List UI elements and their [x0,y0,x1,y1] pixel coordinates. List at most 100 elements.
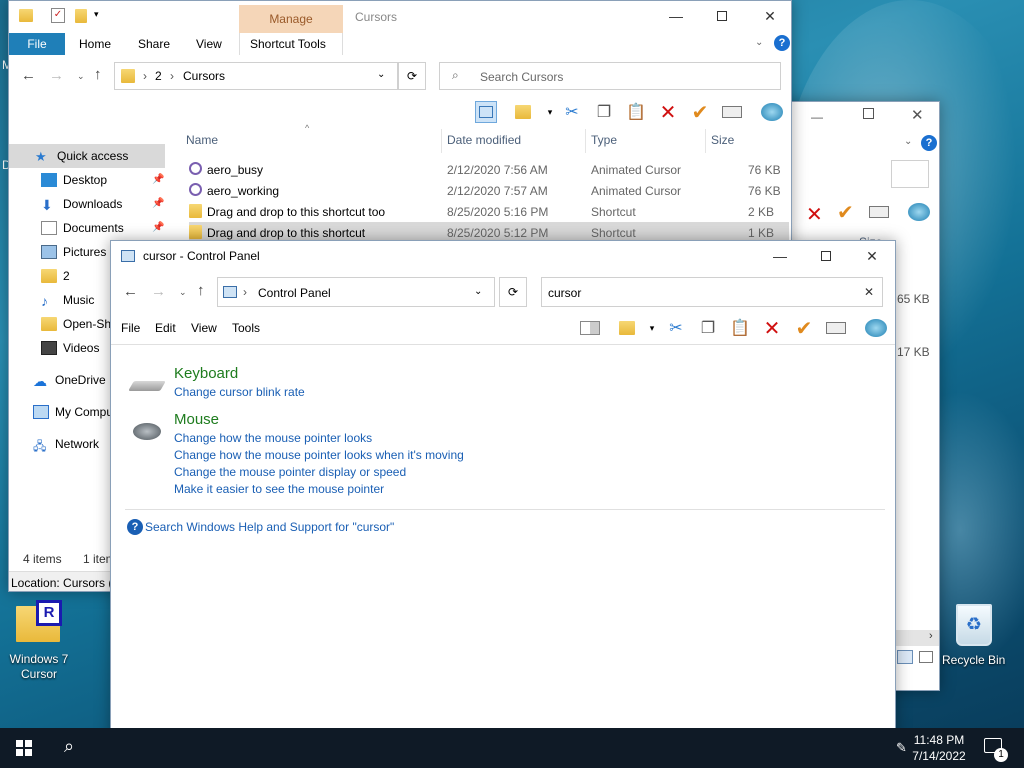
nav-onedrive[interactable]: ☁ OneDrive [33,373,106,389]
manage-context-header[interactable]: Manage [239,5,343,33]
file-row[interactable]: aero_working 2/12/2020 7:57 AM Animated … [189,180,789,201]
breadcrumb-cursors[interactable]: Cursors [183,69,225,83]
minimize-button[interactable]: — [653,1,699,31]
tab-share[interactable]: Share [128,33,180,55]
up-button[interactable]: ↑ [94,66,102,83]
tab-view[interactable]: View [186,33,232,55]
forward-button[interactable]: → [49,67,64,84]
nav-documents[interactable]: Documents [41,221,124,235]
minimize-button[interactable]: — [757,241,803,271]
rename-icon[interactable]: ✔ [793,317,815,340]
control-panel-window[interactable]: cursor - Control Panel — ✕ ← → ⌄ ↑ › Con… [110,240,896,768]
large-icons-view-icon[interactable] [919,651,933,663]
properties-quick-icon[interactable]: ✓ [51,8,65,23]
search-icon[interactable]: ⌕ [64,736,74,757]
ribbon-expand-icon[interactable]: ⌄ [755,37,763,48]
link-pointer-looks-when-moving[interactable]: Change how the mouse pointer looks when … [174,448,464,462]
link-change-cursor-blink-rate[interactable]: Change cursor blink rate [174,385,305,399]
view-dropdown-icon[interactable]: ▾ [641,317,663,339]
recycle-bin-icon[interactable]: ♻ [956,604,992,646]
view-folder-icon[interactable] [616,317,638,339]
tab-home[interactable]: Home [69,33,121,55]
search-input[interactable]: ⌕ Search Cursors [439,62,781,90]
back-button[interactable]: ← [21,67,36,84]
rename-icon[interactable]: ✔ [837,200,854,225]
scroll-right-icon[interactable]: › [929,630,933,642]
preview-pane-icon[interactable] [475,101,497,123]
help-icon[interactable]: ? [774,35,790,51]
refresh-button[interactable]: ⟳ [499,277,527,307]
recent-locations-icon[interactable]: ⌄ [179,287,187,298]
clear-search-icon[interactable]: ✕ [864,285,874,299]
start-button[interactable] [16,740,32,756]
help-icon[interactable]: ? [921,135,937,151]
mouse-heading[interactable]: Mouse [174,411,219,428]
quick-access-dropdown-icon[interactable]: ▾ [94,9,99,20]
cut-icon[interactable]: ✂ [665,317,687,339]
nav-music[interactable]: ♪ Music [41,293,94,309]
link-easier-to-see-pointer[interactable]: Make it easier to see the mouse pointer [174,482,384,496]
close-button[interactable]: ✕ [849,241,895,271]
menu-edit[interactable]: Edit [155,321,176,335]
breadcrumb-2[interactable]: 2 [155,69,162,83]
link-pointer-display-speed[interactable]: Change the mouse pointer display or spee… [174,465,406,479]
nav-videos[interactable]: Videos [41,341,99,355]
breadcrumb-control-panel[interactable]: Control Panel [258,286,331,300]
address-bar[interactable]: › 2 › Cursors ⌄ [114,62,398,90]
menu-tools[interactable]: Tools [232,321,260,335]
column-date-modified[interactable]: Date modified [447,133,521,147]
nav-folder-2[interactable]: 2 [41,269,70,283]
link-mouse-pointer-looks[interactable]: Change how the mouse pointer looks [174,431,372,445]
shell-icon[interactable] [908,203,930,221]
maximize-button[interactable] [863,108,874,119]
pin-icon[interactable]: 📌 [152,198,164,209]
clock[interactable]: 11:48 PM 7/14/2022 [912,732,966,764]
delete-icon[interactable]: ✕ [806,202,823,227]
menu-view[interactable]: View [191,321,217,335]
menu-file[interactable]: File [121,321,140,335]
properties-icon[interactable] [721,101,743,123]
close-button[interactable]: ✕ [747,1,791,31]
pin-icon[interactable]: 📌 [152,222,164,233]
tab-file[interactable]: File [9,33,65,55]
search-box[interactable] [891,160,929,188]
view-dropdown-icon[interactable]: ▾ [539,101,561,123]
properties-icon[interactable] [825,317,847,339]
paste-icon[interactable]: 📋 [625,101,647,123]
nav-this-pc[interactable]: My Compu [33,405,113,419]
column-size[interactable]: Size [711,133,734,147]
chevron-down-icon[interactable]: ⌄ [904,136,912,147]
column-name[interactable]: Name [186,133,218,147]
preview-pane-icon[interactable] [579,317,601,339]
recent-locations-icon[interactable]: ⌄ [77,71,85,82]
address-bar[interactable]: › Control Panel ⌄ [217,277,495,307]
close-button[interactable]: ✕ [911,106,924,124]
refresh-button[interactable]: ⟳ [398,62,426,90]
column-type[interactable]: Type [591,133,617,147]
keyboard-heading[interactable]: Keyboard [174,365,238,382]
windows7-cursor-desktop-icon[interactable]: R [12,600,66,644]
tab-shortcut-tools[interactable]: Shortcut Tools [239,33,343,55]
help-search-link[interactable]: Search Windows Help and Support for "cur… [145,520,394,534]
maximize-button[interactable] [699,1,745,31]
rename-icon[interactable]: ✔ [689,101,711,124]
address-dropdown-icon[interactable]: ⌄ [474,286,482,297]
nav-network[interactable]: 🖧 Network [33,437,99,453]
nav-open-shell[interactable]: Open-She [41,317,118,331]
forward-button[interactable]: → [151,283,166,300]
address-dropdown-icon[interactable]: ⌄ [377,69,385,80]
delete-icon[interactable]: ✕ [761,317,783,340]
properties-icon[interactable] [869,206,889,218]
nav-desktop[interactable]: Desktop [41,173,107,187]
shell-icon[interactable] [761,101,783,123]
nav-downloads[interactable]: ⬇ Downloads [41,197,122,213]
copy-icon[interactable]: ❐ [593,101,615,123]
file-row[interactable]: aero_busy 2/12/2020 7:56 AM Animated Cur… [189,159,789,180]
shell-icon[interactable] [865,317,887,339]
file-row[interactable]: Drag and drop to this shortcut too 8/25/… [189,201,789,222]
copy-icon[interactable]: ❐ [697,317,719,339]
maximize-button[interactable] [803,241,849,271]
delete-icon[interactable]: ✕ [657,101,679,124]
back-button[interactable]: ← [123,283,138,300]
pin-icon[interactable]: 📌 [152,174,164,185]
